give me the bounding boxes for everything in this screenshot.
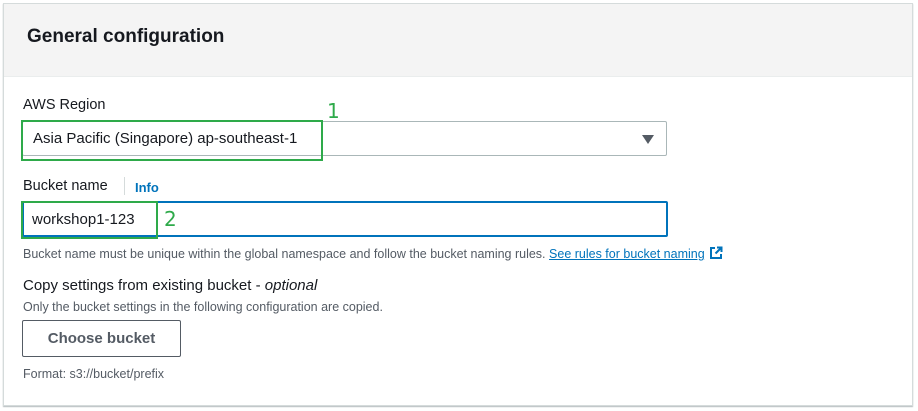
caret-down-icon[interactable] bbox=[642, 135, 654, 144]
external-link-icon[interactable] bbox=[709, 246, 723, 260]
bucket-name-hint: Bucket name must be unique within the gl… bbox=[23, 246, 723, 261]
bucket-naming-rules-link[interactable]: See rules for bucket naming bbox=[549, 247, 705, 261]
bucket-name-hint-text: Bucket name must be unique within the gl… bbox=[23, 247, 546, 261]
bucket-name-label: Bucket name bbox=[23, 178, 108, 194]
panel-header: General configuration bbox=[4, 4, 912, 77]
bucket-format-hint: Format: s3://bucket/prefix bbox=[23, 367, 165, 381]
bucket-name-info-link[interactable]: Info bbox=[135, 180, 159, 195]
copy-settings-label-text: Copy settings from existing bucket - bbox=[23, 277, 261, 294]
annotation-box-region bbox=[21, 120, 323, 161]
copy-settings-label: Copy settings from existing bucket - opt… bbox=[23, 277, 317, 294]
aws-region-label: AWS Region bbox=[23, 97, 106, 113]
copy-settings-description: Only the bucket settings in the followin… bbox=[23, 300, 383, 314]
bucket-naming-rules-link-label[interactable]: See rules for bucket naming bbox=[549, 247, 705, 261]
annotation-number-1: 1 bbox=[327, 99, 340, 123]
panel-title: General configuration bbox=[27, 26, 225, 47]
annotation-box-bucket bbox=[21, 201, 158, 239]
annotation-number-2: 2 bbox=[164, 207, 177, 231]
info-separator bbox=[124, 177, 125, 195]
choose-bucket-button[interactable]: Choose bucket bbox=[22, 320, 181, 357]
copy-settings-optional: optional bbox=[264, 277, 318, 294]
